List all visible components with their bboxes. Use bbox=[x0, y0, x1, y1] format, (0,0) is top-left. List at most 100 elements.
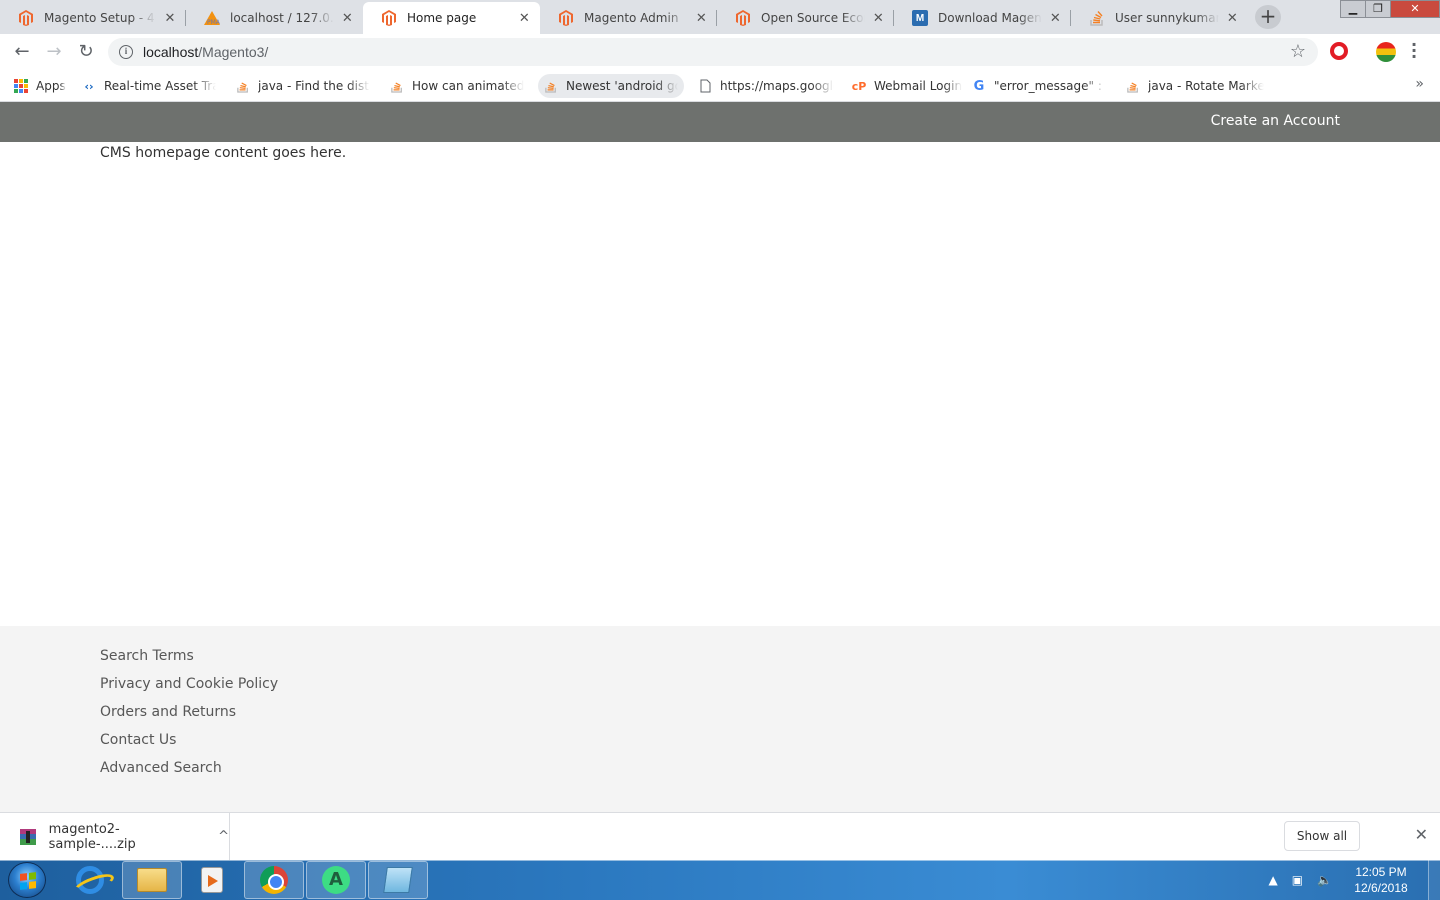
svg-text:PMA: PMA bbox=[207, 19, 220, 25]
bookmark-label: Real-time Asset Tracking bbox=[104, 79, 216, 93]
taskbar-android-studio[interactable] bbox=[306, 861, 366, 899]
bookmark-apps[interactable]: Apps bbox=[8, 74, 72, 98]
android-studio-icon bbox=[322, 866, 350, 894]
bookmark-animated-marker[interactable]: How can animated marker bbox=[384, 74, 530, 98]
clock-time: 12:05 PM bbox=[1355, 865, 1407, 879]
browser-tab-strip: Magento Setup - 403 Forbidden ✕ PMA loca… bbox=[0, 0, 1440, 34]
create-account-link[interactable]: Create an Account bbox=[1211, 113, 1340, 129]
volume-icon[interactable]: 🔈 bbox=[1317, 873, 1332, 887]
cms-homepage-content: CMS homepage content goes here. bbox=[100, 145, 347, 161]
tab-title: User sunnykumar - Stack Overflow bbox=[1115, 11, 1219, 25]
reload-icon[interactable]: ↻ bbox=[74, 40, 98, 64]
bookmark-java-distance[interactable]: java - Find the distance bbox=[230, 74, 376, 98]
download-item[interactable]: magento2-sample-....zip ^ bbox=[0, 813, 230, 860]
folder-icon bbox=[137, 868, 167, 892]
taskbar-internet-explorer[interactable] bbox=[60, 861, 120, 899]
bookmark-webmail[interactable]: cP Webmail Login bbox=[846, 74, 968, 98]
close-icon[interactable]: ✕ bbox=[696, 11, 707, 26]
forward-arrow-icon[interactable]: → bbox=[42, 40, 66, 64]
show-all-downloads-button[interactable]: Show all bbox=[1284, 821, 1360, 851]
bookmark-maps-api[interactable]: https://maps.googleapis bbox=[692, 74, 840, 98]
chevron-up-icon[interactable]: ^ bbox=[218, 829, 229, 844]
windows-taskbar: ▲ ▣ 🔈 12:05 PM 12/6/2018 bbox=[0, 860, 1440, 900]
google-icon: G bbox=[973, 78, 985, 94]
apps-grid-icon bbox=[14, 79, 28, 93]
bookmark-star-icon[interactable]: ☆ bbox=[1290, 41, 1306, 62]
system-tray: ▲ ▣ 🔈 12:05 PM 12/6/2018 bbox=[1268, 860, 1416, 900]
opera-extension-icon[interactable] bbox=[1330, 42, 1348, 60]
footer-links: Search Terms Privacy and Cookie Policy O… bbox=[100, 646, 278, 786]
footer-link-privacy-policy[interactable]: Privacy and Cookie Policy bbox=[100, 674, 278, 702]
bookmarks-overflow-chevron-icon[interactable]: » bbox=[1415, 76, 1424, 92]
address-bar[interactable]: i localhost/Magento3/ ☆ bbox=[108, 38, 1318, 66]
close-icon[interactable]: ✕ bbox=[342, 11, 353, 26]
extension-ball-icon[interactable] bbox=[1376, 42, 1396, 62]
close-icon[interactable]: ✕ bbox=[519, 11, 530, 26]
store-footer: Search Terms Privacy and Cookie Policy O… bbox=[0, 626, 1440, 812]
web-page: Create an Account CMS homepage content g… bbox=[0, 102, 1440, 812]
bookmark-label: java - Rotate Marker bbox=[1148, 79, 1264, 93]
close-icon[interactable]: ✕ bbox=[164, 11, 176, 26]
notepad-icon bbox=[383, 867, 413, 893]
bookmark-label: How can animated marker bbox=[412, 79, 524, 93]
close-icon[interactable]: ✕ bbox=[1415, 825, 1428, 844]
taskbar-media-player[interactable] bbox=[182, 861, 242, 899]
tab-title: Open Source Ecommerce bbox=[761, 11, 865, 25]
bookmark-rotate-marker[interactable]: java - Rotate Marker bbox=[1120, 74, 1270, 98]
magento-icon bbox=[558, 10, 574, 26]
close-icon[interactable]: ✕ bbox=[1050, 11, 1061, 26]
tab-magento-admin[interactable]: Magento Admin ✕ bbox=[540, 2, 717, 34]
footer-link-orders-returns[interactable]: Orders and Returns bbox=[100, 702, 278, 730]
bookmark-error-message[interactable]: G "error_message" : "You bbox=[966, 74, 1112, 98]
bookmark-label: Newest 'android google maps' bbox=[566, 79, 678, 93]
footer-link-advanced-search[interactable]: Advanced Search bbox=[100, 758, 278, 786]
taskbar-google-chrome[interactable] bbox=[244, 861, 304, 899]
back-arrow-icon[interactable]: ← bbox=[10, 40, 34, 64]
start-button[interactable] bbox=[8, 862, 46, 898]
footer-link-search-terms[interactable]: Search Terms bbox=[100, 646, 278, 674]
minimize-button[interactable]: ▁ bbox=[1340, 0, 1366, 18]
internet-explorer-icon bbox=[76, 866, 104, 894]
zip-archive-icon bbox=[20, 828, 36, 845]
windows-logo-icon bbox=[20, 872, 36, 890]
bookmark-asset-tracking[interactable]: ‹› Real-time Asset Tracking bbox=[76, 74, 222, 98]
bookmarks-bar: Apps ‹› Real-time Asset Tracking java - … bbox=[0, 70, 1440, 102]
stackoverflow-icon bbox=[1089, 10, 1105, 26]
tab-title: Download Magento 2 bbox=[938, 11, 1042, 25]
tab-stack-overflow-user[interactable]: User sunnykumar - Stack Overflow ✕ bbox=[1071, 2, 1248, 34]
bookmark-label: https://maps.googleapis bbox=[720, 79, 834, 93]
footer-link-contact-us[interactable]: Contact Us bbox=[100, 730, 278, 758]
chrome-icon bbox=[260, 866, 288, 894]
new-tab-button[interactable]: + bbox=[1255, 5, 1281, 29]
media-player-icon bbox=[201, 867, 223, 893]
chrome-menu-icon[interactable]: · · · bbox=[1411, 37, 1417, 65]
download-shelf: magento2-sample-....zip ^ Show all ✕ bbox=[0, 812, 1440, 860]
close-icon[interactable]: ✕ bbox=[873, 11, 884, 26]
tab-download-magento[interactable]: M Download Magento 2 ✕ bbox=[894, 2, 1071, 34]
system-clock[interactable]: 12:05 PM 12/6/2018 bbox=[1346, 864, 1416, 896]
maximize-button[interactable]: ❐ bbox=[1365, 0, 1391, 18]
taskbar-notepad[interactable] bbox=[368, 861, 428, 899]
taskbar-windows-explorer[interactable] bbox=[122, 861, 182, 899]
bookmark-label: "error_message" : "You bbox=[994, 79, 1106, 93]
tray-expand-icon[interactable]: ▲ bbox=[1268, 873, 1277, 887]
stackoverflow-icon bbox=[1126, 79, 1140, 93]
bookmark-android-maps[interactable]: Newest 'android google maps' bbox=[538, 74, 684, 98]
window-close-button[interactable]: ✕ bbox=[1390, 0, 1440, 18]
m-icon: M bbox=[912, 10, 928, 26]
code-icon: ‹› bbox=[84, 79, 94, 93]
tab-open-source-ecommerce[interactable]: Open Source Ecommerce ✕ bbox=[717, 2, 894, 34]
url-host: localhost bbox=[143, 44, 199, 60]
tab-phpmyadmin[interactable]: PMA localhost / 127.0.0.1 / magento ✕ bbox=[186, 2, 363, 34]
close-icon[interactable]: ✕ bbox=[1227, 11, 1238, 26]
window-controls: ▁ ❐ ✕ bbox=[1340, 0, 1440, 20]
network-icon[interactable]: ▣ bbox=[1292, 873, 1303, 887]
show-desktop-button[interactable] bbox=[1428, 860, 1440, 900]
bookmark-label: java - Find the distance bbox=[258, 79, 370, 93]
url-text[interactable]: localhost/Magento3/ bbox=[143, 44, 268, 60]
magento-icon bbox=[735, 10, 751, 26]
browser-toolbar: ← → ↻ i localhost/Magento3/ ☆ · · · bbox=[0, 34, 1440, 70]
info-icon[interactable]: i bbox=[119, 45, 133, 59]
tab-magento-setup[interactable]: Magento Setup - 403 Forbidden ✕ bbox=[0, 2, 186, 34]
tab-home-page[interactable]: Home page ✕ bbox=[363, 2, 540, 34]
